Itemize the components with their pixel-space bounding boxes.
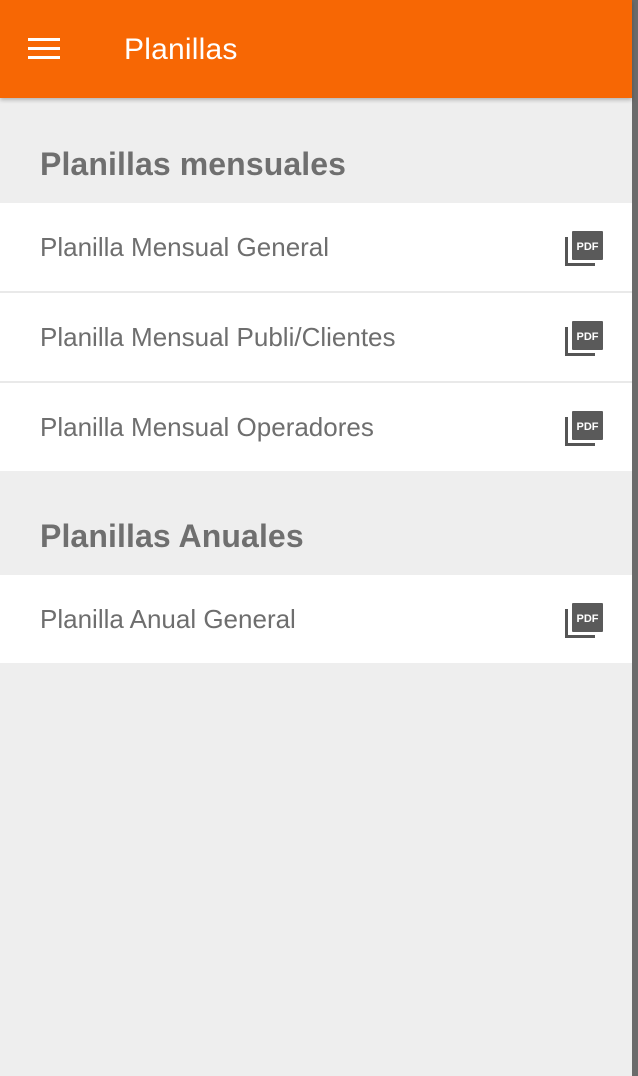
app-bar-title: Planillas bbox=[124, 33, 238, 66]
pdf-badge-text: PDF bbox=[577, 613, 599, 625]
list-item-annual-general[interactable]: Planilla Anual General PDF bbox=[0, 575, 632, 663]
list-item-monthly-general[interactable]: Planilla Mensual General PDF bbox=[0, 203, 632, 291]
app-screen: Planillas Planillas mensuales Planilla M… bbox=[0, 0, 632, 1076]
pdf-badge-text: PDF bbox=[577, 421, 599, 433]
list-item-label: Planilla Mensual General bbox=[40, 232, 330, 262]
pdf-badge-text: PDF bbox=[577, 331, 599, 343]
list-item-label: Planilla Mensual Publi/Clientes bbox=[40, 322, 396, 352]
list-item-label: Planilla Mensual Operadores bbox=[40, 412, 374, 442]
list-item-label: Planilla Anual General bbox=[40, 604, 296, 634]
pdf-icon[interactable]: PDF bbox=[564, 603, 604, 639]
pdf-icon[interactable]: PDF bbox=[564, 321, 604, 357]
list-item-monthly-operadores[interactable]: Planilla Mensual Operadores PDF bbox=[0, 383, 632, 471]
list-item-monthly-publi-clientes[interactable]: Planilla Mensual Publi/Clientes PDF bbox=[0, 293, 632, 381]
section-header-annual: Planillas Anuales bbox=[40, 518, 304, 554]
pdf-icon[interactable]: PDF bbox=[564, 231, 604, 267]
app-bar: Planillas bbox=[0, 0, 632, 98]
section-header-monthly: Planillas mensuales bbox=[40, 146, 347, 182]
pdf-icon[interactable]: PDF bbox=[564, 411, 604, 447]
hamburger-menu-icon[interactable] bbox=[18, 24, 74, 74]
pdf-badge-text: PDF bbox=[577, 241, 599, 253]
screen-right-edge bbox=[632, 0, 638, 1076]
